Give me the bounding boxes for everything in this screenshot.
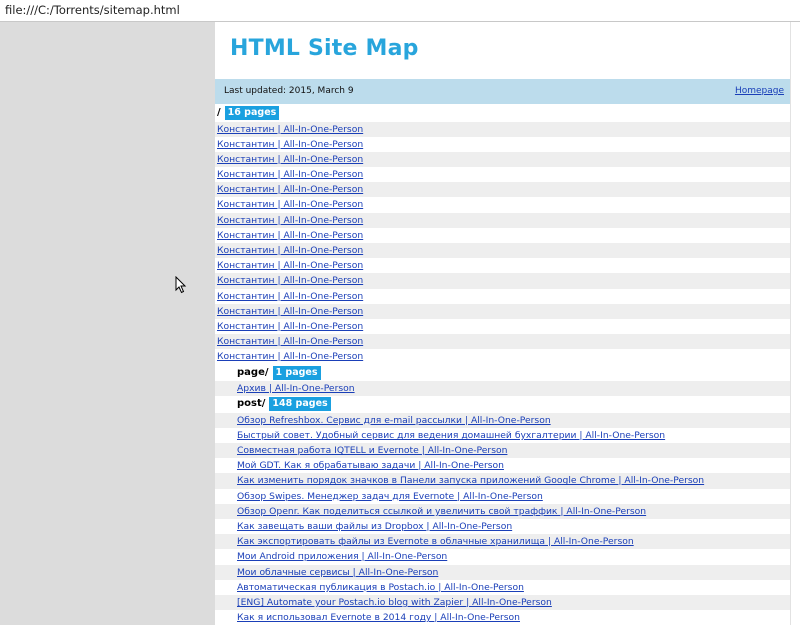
list-item: Обзор Openr. Как поделиться ссылкой и ув… xyxy=(215,503,790,519)
sitemap-page: HTML Site Map Last updated: 2015, March … xyxy=(215,22,790,625)
page-link[interactable]: Константин | All-In-One-Person xyxy=(217,291,363,302)
list-item: Константин | All-In-One-Person xyxy=(215,228,790,243)
list-item: Константин | All-In-One-Person xyxy=(215,319,790,334)
page-link[interactable]: Константин | All-In-One-Person xyxy=(217,321,363,332)
list-item: Константин | All-In-One-Person xyxy=(215,258,790,273)
list-item: Константин | All-In-One-Person xyxy=(215,349,790,364)
list-item: Как завещать ваши файлы из Dropbox | All… xyxy=(215,519,790,534)
section-path: / xyxy=(217,107,221,118)
page-link[interactable]: Константин | All-In-One-Person xyxy=(217,245,363,256)
page-link[interactable]: Архив | All-In-One-Person xyxy=(237,383,355,394)
list-item: Обзор Swipes. Менеджер задач для Evernot… xyxy=(215,489,790,504)
list-item: Константин | All-In-One-Person xyxy=(215,167,790,182)
page-link[interactable]: Константин | All-In-One-Person xyxy=(217,169,363,180)
page-link[interactable]: Обзор Openr. Как поделиться ссылкой и ув… xyxy=(237,506,646,517)
list-item: Обзор Refreshbox. Сервис для e-mail расс… xyxy=(215,412,790,428)
section-header: /16 pages xyxy=(215,105,790,122)
page-link[interactable]: Автоматическая публикация в Postach.io |… xyxy=(237,582,524,593)
section-path: page/ xyxy=(237,366,269,378)
page-count-badge: 16 pages xyxy=(224,106,280,120)
list-item: Константин | All-In-One-Person xyxy=(215,121,790,137)
list-item: Константин | All-In-One-Person xyxy=(215,289,790,304)
page-link[interactable]: Константин | All-In-One-Person xyxy=(217,351,363,362)
list-item: Константин | All-In-One-Person xyxy=(215,137,790,152)
list-item: Константин | All-In-One-Person xyxy=(215,182,790,198)
sitemap-list: /16 pages Константин | All-In-One-Person К… xyxy=(215,105,790,625)
homepage-link[interactable]: Homepage xyxy=(735,86,784,96)
page-link[interactable]: Константин | All-In-One-Person xyxy=(217,230,363,241)
list-item: Мой GDT. Как я обрабатываю задачи | All-… xyxy=(215,458,790,473)
list-item: Как экспортировать файлы из Evernote в о… xyxy=(215,534,790,550)
list-item: Совместная работа IQTELL и Evernote | Al… xyxy=(215,443,790,459)
list-item: Константин | All-In-One-Person xyxy=(215,197,790,212)
page-link[interactable]: Обзор Refreshbox. Сервис для e-mail расс… xyxy=(237,415,551,426)
page-link[interactable]: Как изменить порядок значков в Панели за… xyxy=(237,475,704,486)
page-link[interactable]: Константин | All-In-One-Person xyxy=(217,336,363,347)
page-link[interactable]: Как я использовал Evernote в 2014 году |… xyxy=(237,612,520,623)
list-item: Автоматическая публикация в Postach.io |… xyxy=(215,580,790,595)
list-item: [ENG] Automate your Postach.io blog with… xyxy=(215,594,790,611)
list-item: Мои Android приложения | All-In-One-Pers… xyxy=(215,549,790,564)
section-header: page/1 pages xyxy=(215,365,790,382)
page-link[interactable]: Константин | All-In-One-Person xyxy=(217,154,363,165)
page-link[interactable]: Мой GDT. Как я обрабатываю задачи | All-… xyxy=(237,460,504,471)
page-link[interactable]: Константин | All-In-One-Person xyxy=(217,306,363,317)
list-item: Константин | All-In-One-Person xyxy=(215,334,790,350)
page-link[interactable]: Константин | All-In-One-Person xyxy=(217,139,363,150)
page-link[interactable]: Обзор Swipes. Менеджер задач для Evernot… xyxy=(237,491,543,502)
list-item: Быстрый совет. Удобный сервис для ведени… xyxy=(215,428,790,443)
list-item: Константин | All-In-One-Person xyxy=(215,303,790,319)
list-item: Константин | All-In-One-Person xyxy=(215,243,790,259)
page-link[interactable]: Как завещать ваши файлы из Dropbox | All… xyxy=(237,521,512,532)
page-title: HTML Site Map xyxy=(230,36,419,61)
page-link[interactable]: Быстрый совет. Удобный сервис для ведени… xyxy=(237,430,665,441)
page-link[interactable]: Константин | All-In-One-Person xyxy=(217,260,363,271)
page-link[interactable]: Как экспортировать файлы из Evernote в о… xyxy=(237,536,634,547)
page-link[interactable]: Мои облачные сервисы | All-In-One-Person xyxy=(237,567,438,578)
page-count-badge: 1 pages xyxy=(272,365,321,380)
page-link[interactable]: Константин | All-In-One-Person xyxy=(217,215,363,226)
mouse-cursor-icon xyxy=(175,276,187,294)
list-item: Архив | All-In-One-Person xyxy=(215,381,790,397)
page-link[interactable]: Мои Android приложения | All-In-One-Pers… xyxy=(237,551,447,562)
page-link[interactable]: Константин | All-In-One-Person xyxy=(217,124,363,135)
page-link[interactable]: [ENG] Automate your Postach.io blog with… xyxy=(237,597,552,608)
page-right-edge xyxy=(790,22,800,625)
page-link[interactable]: Константин | All-In-One-Person xyxy=(217,199,363,210)
updated-bar: Last updated: 2015, March 9 Homepage xyxy=(215,79,790,104)
list-item: Как изменить порядок значков в Панели за… xyxy=(215,473,790,489)
list-item: Как я использовал Evernote в 2014 году |… xyxy=(215,610,790,625)
last-updated-text: Last updated: 2015, March 9 xyxy=(224,86,354,96)
list-item: Константин | All-In-One-Person xyxy=(215,151,790,168)
address-bar[interactable]: file:///C:/Torrents/sitemap.html xyxy=(0,0,800,22)
section-path: post/ xyxy=(237,398,266,410)
list-item: Мои облачные сервисы | All-In-One-Person xyxy=(215,564,790,580)
list-item: Константин | All-In-One-Person xyxy=(215,212,790,228)
list-item: Константин | All-In-One-Person xyxy=(215,273,790,289)
page-link[interactable]: Совместная работа IQTELL и Evernote | Al… xyxy=(237,445,507,456)
page-count-badge: 148 pages xyxy=(269,397,331,412)
section-header: post/148 pages xyxy=(215,396,790,413)
page-link[interactable]: Константин | All-In-One-Person xyxy=(217,184,363,195)
page-link[interactable]: Константин | All-In-One-Person xyxy=(217,275,363,286)
